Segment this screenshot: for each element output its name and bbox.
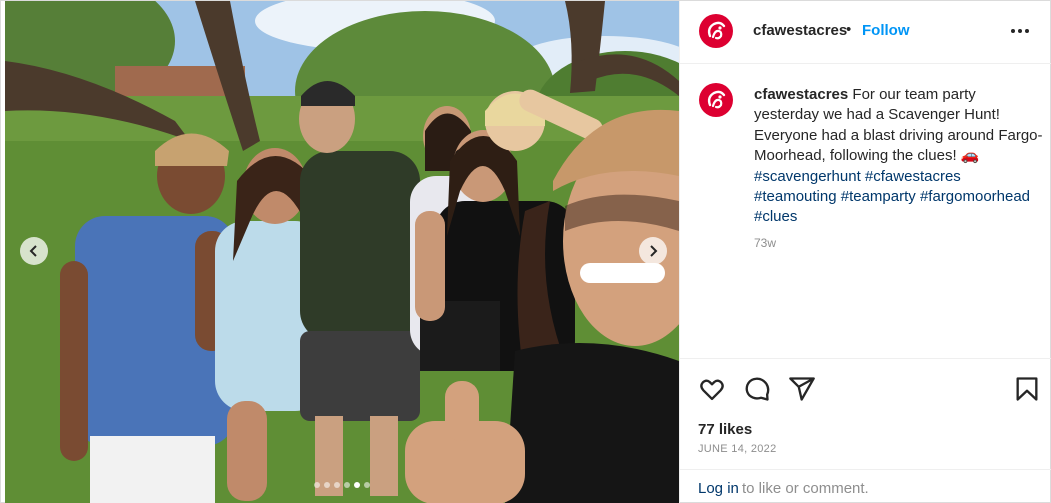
post-photo[interactable] xyxy=(5,1,679,503)
header-username[interactable]: cfawestacres xyxy=(753,22,847,39)
login-prompt-text: to like or comment. xyxy=(742,480,869,497)
comment-button[interactable] xyxy=(743,375,771,403)
bookmark-icon xyxy=(1016,377,1038,401)
hashtag[interactable]: #fargomoorhead xyxy=(920,188,1030,205)
carousel-dot xyxy=(334,482,340,488)
chick-fil-a-logo-icon xyxy=(707,90,726,109)
login-footer: Log in to like or comment. xyxy=(680,469,1051,503)
hashtag[interactable]: #clues xyxy=(754,208,797,225)
avatar[interactable] xyxy=(699,14,733,48)
share-button[interactable] xyxy=(788,375,816,403)
post-header: cfawestacres • Follow xyxy=(680,1,1051,64)
post-time-ago[interactable]: 73w xyxy=(754,236,776,250)
instagram-post: cfawestacres • Follow cfawestacres For o… xyxy=(0,0,1051,503)
caption-username[interactable]: cfawestacres xyxy=(754,86,848,103)
chevron-left-icon xyxy=(29,245,37,257)
carousel-prev-button[interactable] xyxy=(20,237,48,265)
carousel-dot xyxy=(364,482,370,488)
post-side-panel: cfawestacres • Follow cfawestacres For o… xyxy=(679,1,1051,503)
caption-avatar[interactable] xyxy=(699,83,733,117)
hashtag[interactable]: #teamparty xyxy=(841,188,916,205)
action-bar xyxy=(680,358,1051,418)
like-button[interactable] xyxy=(698,375,726,403)
carousel-dot xyxy=(314,482,320,488)
carousel-dot xyxy=(324,482,330,488)
chevron-right-icon xyxy=(650,245,658,257)
more-options-button[interactable] xyxy=(1008,19,1032,43)
carousel-dot xyxy=(354,482,360,488)
carousel-next-button[interactable] xyxy=(639,237,667,265)
hashtag[interactable]: #teamouting xyxy=(754,188,837,205)
post-caption: cfawestacres For our team party yesterda… xyxy=(754,85,1044,228)
carousel-dots xyxy=(5,482,679,488)
hashtag[interactable]: #scavengerhunt xyxy=(754,168,861,185)
carousel-dot xyxy=(344,482,350,488)
post-date: JUNE 14, 2022 xyxy=(698,443,777,455)
hashtag[interactable]: #cfawestacres xyxy=(865,168,961,185)
group-selfie-image xyxy=(5,1,679,503)
car-emoji: 🚗 xyxy=(960,147,980,165)
chick-fil-a-logo-icon xyxy=(707,21,726,40)
save-button[interactable] xyxy=(1013,375,1041,403)
login-link[interactable]: Log in xyxy=(698,480,739,497)
follow-button[interactable]: Follow xyxy=(862,22,910,39)
more-horizontal-icon xyxy=(1011,29,1029,33)
comment-icon xyxy=(745,377,770,401)
share-icon xyxy=(789,377,815,401)
heart-icon xyxy=(700,379,724,401)
likes-count[interactable]: 77 likes xyxy=(698,421,752,438)
header-separator: • xyxy=(846,21,852,38)
